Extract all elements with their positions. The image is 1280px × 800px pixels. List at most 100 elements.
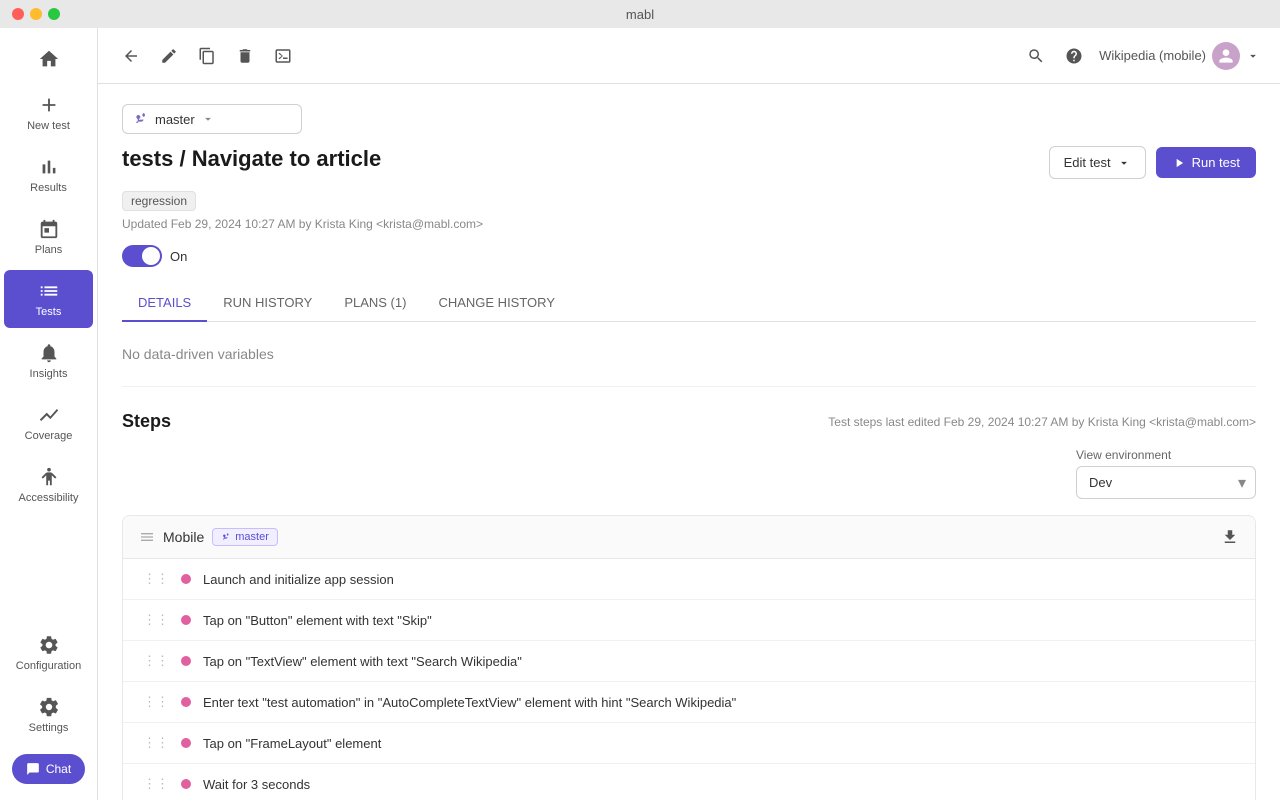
titlebar: mabl (0, 0, 1280, 28)
trend-icon (38, 404, 60, 426)
delete-button[interactable] (232, 43, 258, 69)
search-icon (1027, 47, 1045, 65)
lines-icon[interactable] (139, 529, 155, 545)
copy-button[interactable] (194, 43, 220, 69)
steps-header: Steps Test steps last edited Feb 29, 202… (122, 411, 1256, 432)
bar-chart-icon (38, 156, 60, 178)
tab-details[interactable]: DETAILS (122, 285, 207, 322)
edit-test-label: Edit test (1064, 155, 1111, 170)
run-test-button[interactable]: Run test (1156, 147, 1256, 178)
drag-icon-2[interactable]: ⋮⋮ (143, 612, 169, 628)
sidebar-item-label-tests: Tests (36, 306, 62, 318)
env-selector-row: View environment Dev Staging Production (122, 448, 1256, 499)
main-content: master tests / Navigate to article Edit … (98, 84, 1280, 800)
toggle-thumb (142, 247, 160, 265)
search-button[interactable] (1023, 43, 1049, 69)
step-text-2: Tap on "Button" element with text "Skip" (203, 613, 1235, 628)
play-icon (1172, 156, 1186, 170)
drag-icon-3[interactable]: ⋮⋮ (143, 653, 169, 669)
page-title: tests / Navigate to article (122, 146, 381, 172)
step-dot-3 (181, 656, 191, 666)
step-dot-4 (181, 697, 191, 707)
env-label: View environment (1076, 448, 1256, 462)
sidebar-item-tests[interactable]: Tests (4, 270, 93, 328)
sidebar-item-label-results: Results (30, 182, 67, 194)
gear-icon (38, 696, 60, 718)
steps-meta: Test steps last edited Feb 29, 2024 10:2… (828, 415, 1256, 429)
back-button[interactable] (118, 43, 144, 69)
sidebar-item-new-test[interactable]: New test (4, 84, 93, 142)
step-row: ⋮⋮ Tap on "FrameLayout" element (123, 723, 1255, 764)
sidebar-item-label-coverage: Coverage (25, 430, 73, 442)
topbar: Wikipedia (mobile) (98, 28, 1280, 84)
sidebar-item-configuration[interactable]: Configuration (4, 624, 93, 682)
step-row: ⋮⋮ Tap on "TextView" element with text "… (123, 641, 1255, 682)
plus-icon (38, 94, 60, 116)
edit-test-chevron-icon (1117, 156, 1131, 170)
branch-name: master (155, 112, 195, 127)
step-text-6: Wait for 3 seconds (203, 777, 1235, 792)
person-icon (38, 466, 60, 488)
sidebar-item-plans[interactable]: Plans (4, 208, 93, 266)
avatar (1212, 42, 1240, 70)
close-button[interactable] (12, 8, 24, 20)
branch-selector[interactable]: master (122, 104, 302, 134)
step-text-5: Tap on "FrameLayout" element (203, 736, 1235, 751)
step-dot-2 (181, 615, 191, 625)
sidebar-item-label-configuration: Configuration (16, 660, 81, 672)
step-text-3: Tap on "TextView" element with text "Sea… (203, 654, 1235, 669)
minimize-button[interactable] (30, 8, 42, 20)
sidebar-item-label-accessibility: Accessibility (19, 492, 79, 504)
edit-button[interactable] (156, 43, 182, 69)
env-select[interactable]: Dev Staging Production (1076, 466, 1256, 499)
help-button[interactable] (1061, 43, 1087, 69)
sidebar-item-accessibility[interactable]: Accessibility (4, 456, 93, 514)
tab-run-history[interactable]: RUN HISTORY (207, 285, 328, 322)
window-controls (12, 8, 60, 20)
branch-icon (133, 111, 149, 127)
drag-icon-5[interactable]: ⋮⋮ (143, 735, 169, 751)
drag-icon-1[interactable]: ⋮⋮ (143, 571, 169, 587)
step-dot-6 (181, 779, 191, 789)
edit-test-button[interactable]: Edit test (1049, 146, 1146, 179)
workspace-selector[interactable]: Wikipedia (mobile) (1099, 42, 1260, 70)
env-selector-wrap: View environment Dev Staging Production (1076, 448, 1256, 499)
sidebar-item-insights[interactable]: Insights (4, 332, 93, 390)
branch-badge-icon (221, 532, 231, 542)
sidebar-item-coverage[interactable]: Coverage (4, 394, 93, 452)
steps-group-title: Mobile master (139, 528, 278, 546)
toggle-row: On (122, 245, 1256, 267)
back-icon (122, 47, 140, 65)
drag-icon-4[interactable]: ⋮⋮ (143, 694, 169, 710)
no-data-message: No data-driven variables (122, 322, 1256, 387)
sidebar-item-settings[interactable]: Settings (4, 686, 93, 744)
tab-change-history[interactable]: CHANGE HISTORY (422, 285, 571, 322)
group-name: Mobile (163, 529, 204, 545)
steps-group-header: Mobile master (123, 516, 1255, 559)
step-row: ⋮⋮ Tap on "Button" element with text "Sk… (123, 600, 1255, 641)
branch-dropdown-icon (201, 112, 215, 126)
drag-icon-6[interactable]: ⋮⋮ (143, 776, 169, 792)
copy-icon (198, 47, 216, 65)
step-row: ⋮⋮ Wait for 3 seconds (123, 764, 1255, 800)
chat-button[interactable]: Chat (12, 754, 85, 784)
tab-plans[interactable]: PLANS (1) (328, 285, 422, 322)
step-row: ⋮⋮ Enter text "test automation" in "Auto… (123, 682, 1255, 723)
step-dot-5 (181, 738, 191, 748)
chat-label: Chat (46, 762, 71, 776)
app-title: mabl (626, 7, 654, 22)
status-toggle[interactable] (122, 245, 162, 267)
group-branch-badge: master (212, 528, 278, 546)
sidebar-item-results[interactable]: Results (4, 146, 93, 204)
sidebar-item-home[interactable] (4, 38, 93, 80)
list-icon (38, 280, 60, 302)
maximize-button[interactable] (48, 8, 60, 20)
sidebar: New test Results Plans Tests Insights Co… (0, 28, 98, 800)
trash-icon (236, 47, 254, 65)
tabs: DETAILS RUN HISTORY PLANS (1) CHANGE HIS… (122, 285, 1256, 322)
terminal-button[interactable] (270, 43, 296, 69)
download-icon[interactable] (1221, 528, 1239, 546)
steps-section: Steps Test steps last edited Feb 29, 202… (122, 411, 1256, 800)
steps-container: Mobile master ⋮⋮ (122, 515, 1256, 800)
pencil-icon (160, 47, 178, 65)
